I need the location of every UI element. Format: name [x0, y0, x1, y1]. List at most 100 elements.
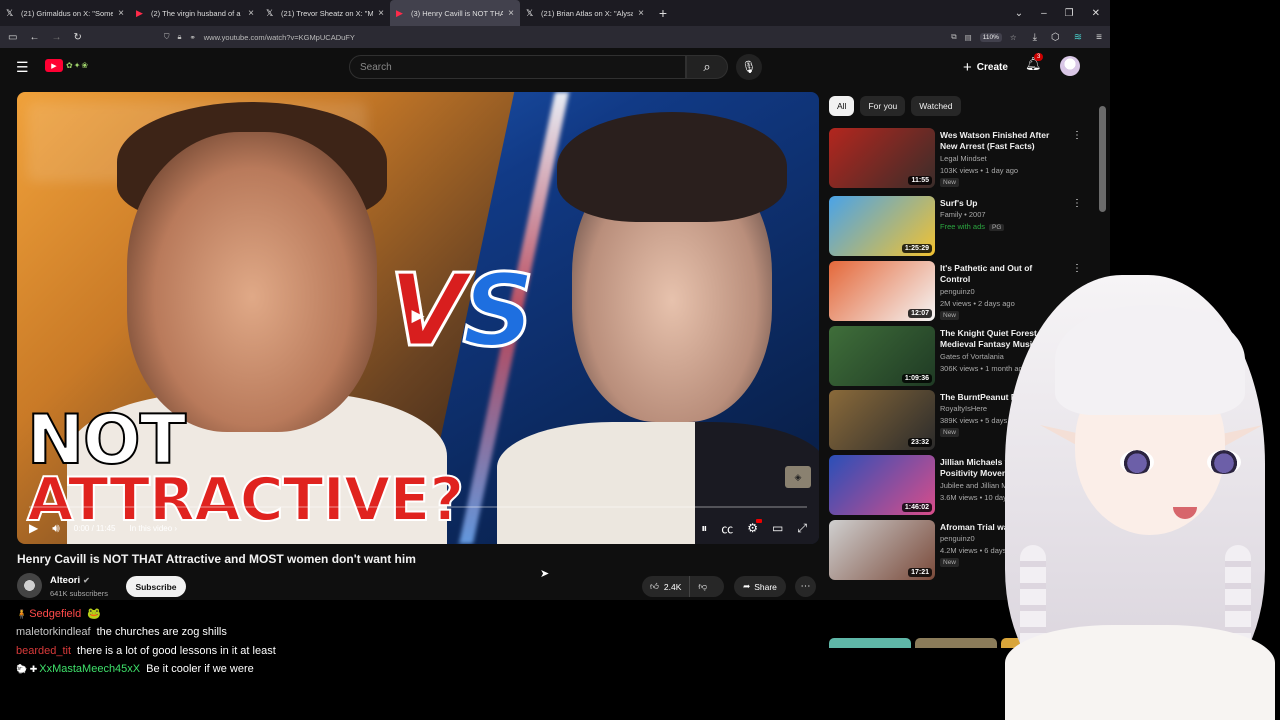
search-button[interactable]: ⌕	[686, 55, 728, 79]
rec-thumbnail[interactable]: 12:07	[829, 261, 935, 321]
sidebar-toggle-icon[interactable]: ▭	[8, 32, 17, 43]
close-window-button[interactable]: ✕	[1092, 8, 1100, 19]
search-input[interactable]: Search	[349, 55, 686, 79]
rec-channel[interactable]: Family • 2007	[940, 210, 986, 219]
rec-thumbnail[interactable]: 11:55	[829, 128, 935, 188]
downloads-icon[interactable]: ⤓	[1033, 32, 1037, 43]
reload-button[interactable]: ↻	[73, 32, 81, 43]
close-tab-icon[interactable]: ×	[638, 8, 644, 19]
create-button[interactable]: + Create	[955, 55, 1016, 79]
account-avatar[interactable]	[1060, 56, 1080, 76]
settings-gear-icon[interactable]: ⚙	[747, 519, 762, 535]
filter-chip[interactable]: All	[829, 96, 855, 116]
close-tab-icon[interactable]: ×	[508, 8, 514, 19]
extensions-icon[interactable]: ⬡	[1051, 32, 1060, 43]
rec-thumbnail[interactable]: 17:21	[829, 520, 935, 580]
thumbs-up-icon: 👍︎	[650, 581, 659, 591]
x-favicon-icon: 𝕏	[526, 7, 534, 18]
restore-button[interactable]: ❐	[1065, 8, 1074, 19]
menu-icon[interactable]: ≡	[1096, 32, 1102, 43]
filter-chip[interactable]: Watched	[911, 96, 961, 116]
filter-chips: All For you Watched	[829, 96, 961, 116]
zoom-level[interactable]: 110%	[979, 32, 1002, 42]
chapter-button[interactable]: In this video ›	[129, 524, 177, 533]
progress-bar[interactable]	[29, 506, 807, 508]
page-scrollbar[interactable]	[1099, 106, 1106, 212]
chat-badge-icon: 🐑 ✚	[16, 664, 38, 675]
browser-tab[interactable]: 𝕏 (21) Grimaldus on X: "Someone ×	[0, 0, 130, 26]
youtube-logo[interactable]: ▶ ✿✦❀	[45, 59, 89, 72]
rec-channel[interactable]: RoyaltyIsHere	[940, 404, 987, 413]
extension-icon[interactable]: ≋	[1074, 32, 1082, 43]
fullscreen-icon[interactable]: ⤢	[797, 521, 807, 536]
back-button[interactable]: ←	[29, 32, 39, 43]
rec-more-icon[interactable]: ⋮	[1072, 198, 1082, 209]
recommended-video[interactable]: 11:55 Wes Watson Finished After New Arres…	[829, 128, 1089, 188]
permissions-icon[interactable]: ⚭	[189, 33, 195, 42]
like-count: 2.4K	[663, 581, 682, 592]
x-favicon-icon: 𝕏	[266, 7, 274, 18]
voice-search-button[interactable]: 🎙︎	[736, 54, 762, 80]
url-text[interactable]: www.youtube.com/watch?v=KGMpUCADuFY	[204, 33, 944, 42]
youtube-page: ☰ ▶ ✿✦❀ Search ⌕ 🎙︎ + Create 🔔︎ 3 VS ▶ N…	[0, 48, 1110, 648]
reader-view-icon[interactable]: ▤	[965, 33, 972, 42]
pip-icon[interactable]: ⧉	[951, 32, 956, 42]
video-player[interactable]: VS ▶ NOT ATTRACTIVE? ◈ ▶ 🔊︎ 0:00 / 11:45…	[17, 92, 819, 544]
rec-more-icon[interactable]: ⋮	[1072, 130, 1082, 141]
browser-tab[interactable]: ▶ (3) Henry Cavill is NOT THAT At ×	[390, 0, 520, 26]
browser-tab[interactable]: 𝕏 (21) Trevor Sheatz on X: "My wi ×	[260, 0, 390, 26]
chat-text: 🐸	[87, 608, 101, 620]
pause-indicator-icon[interactable]: ⏸	[701, 521, 707, 536]
shield-icon[interactable]: ⛉	[164, 32, 170, 42]
rec-thumbnail[interactable]: 1:25:29	[829, 196, 935, 256]
minimize-button[interactable]: –	[1041, 8, 1047, 19]
rec-title[interactable]: Wes Watson Finished After New Arrest (Fa…	[940, 130, 1062, 152]
guide-menu-icon[interactable]: ☰	[16, 59, 29, 76]
new-tab-button[interactable]: +	[650, 5, 676, 21]
rec-thumbnail[interactable]: 1:09:36	[829, 326, 935, 386]
mic-icon: 🎙︎	[741, 60, 757, 74]
tab-label: (2) The virgin husband of a "for	[151, 8, 243, 18]
share-label: Share	[754, 581, 777, 592]
share-button[interactable]: ➦ Share	[734, 576, 786, 597]
channel-name[interactable]: Alteori	[50, 575, 80, 586]
lock-icon[interactable]: 🔒︎	[177, 32, 181, 42]
browser-nav-bar: ▭ ← → ↻ ⛉ 🔒︎ ⚭ www.youtube.com/watch?v=K…	[0, 26, 1110, 48]
rec-channel[interactable]: Legal Mindset	[940, 154, 987, 163]
channel-avatar[interactable]	[17, 573, 42, 598]
big-play-icon[interactable]: ▶	[400, 303, 436, 329]
rec-channel[interactable]: penguinz0	[940, 287, 975, 296]
filter-chip[interactable]: For you	[860, 96, 906, 116]
subscribe-button[interactable]: Subscribe	[126, 576, 186, 597]
browser-tab[interactable]: 𝕏 (21) Brian Atlas on X: "Alysa Liu ×	[520, 0, 650, 26]
x-favicon-icon: 𝕏	[6, 7, 14, 18]
tab-list-icon[interactable]: ⌄	[1015, 8, 1023, 19]
like-button[interactable]: 👍︎ 2.4K	[642, 576, 691, 597]
tab-label: (21) Grimaldus on X: "Someone	[21, 8, 114, 18]
more-actions-button[interactable]: ⋯	[795, 576, 816, 597]
play-icon[interactable]: ▶	[29, 521, 38, 535]
channel-name-row[interactable]: Alteori ✔	[50, 575, 90, 586]
theater-mode-icon[interactable]: ▭	[772, 521, 783, 535]
rec-channel[interactable]: penguinz0	[940, 534, 975, 543]
close-tab-icon[interactable]: ×	[378, 8, 384, 19]
close-tab-icon[interactable]: ×	[118, 8, 124, 19]
bookmark-star-icon[interactable]: ☆	[1010, 33, 1017, 42]
thumbnail-headline: NOT ATTRACTIVE?	[26, 406, 465, 531]
chat-text: there is a lot of good lessons in it at …	[77, 644, 276, 657]
subtitles-icon[interactable]: ㏄	[721, 520, 733, 537]
vtuber-eye-left	[1120, 450, 1154, 474]
close-tab-icon[interactable]: ×	[248, 8, 254, 19]
volume-icon[interactable]: 🔊︎	[52, 521, 60, 536]
dislike-button[interactable]: 👎︎	[690, 581, 715, 592]
end-card-thumbnail[interactable]: ◈	[785, 466, 811, 488]
rec-duration: 1:46:02	[901, 503, 932, 512]
rec-thumbnail[interactable]: 1:46:02	[829, 455, 935, 515]
rec-title[interactable]: Surf's Up	[940, 198, 1062, 209]
browser-tab[interactable]: ▶ (2) The virgin husband of a "for ×	[130, 0, 260, 26]
address-bar[interactable]: ⛉ 🔒︎ ⚭ www.youtube.com/watch?v=KGMpUCADu…	[94, 28, 1021, 46]
notifications-button[interactable]: 🔔︎ 3	[1025, 53, 1044, 72]
rec-duration: 23:32	[908, 438, 932, 447]
rec-thumbnail[interactable]: 23:32	[829, 390, 935, 450]
forward-button[interactable]: →	[51, 32, 61, 43]
